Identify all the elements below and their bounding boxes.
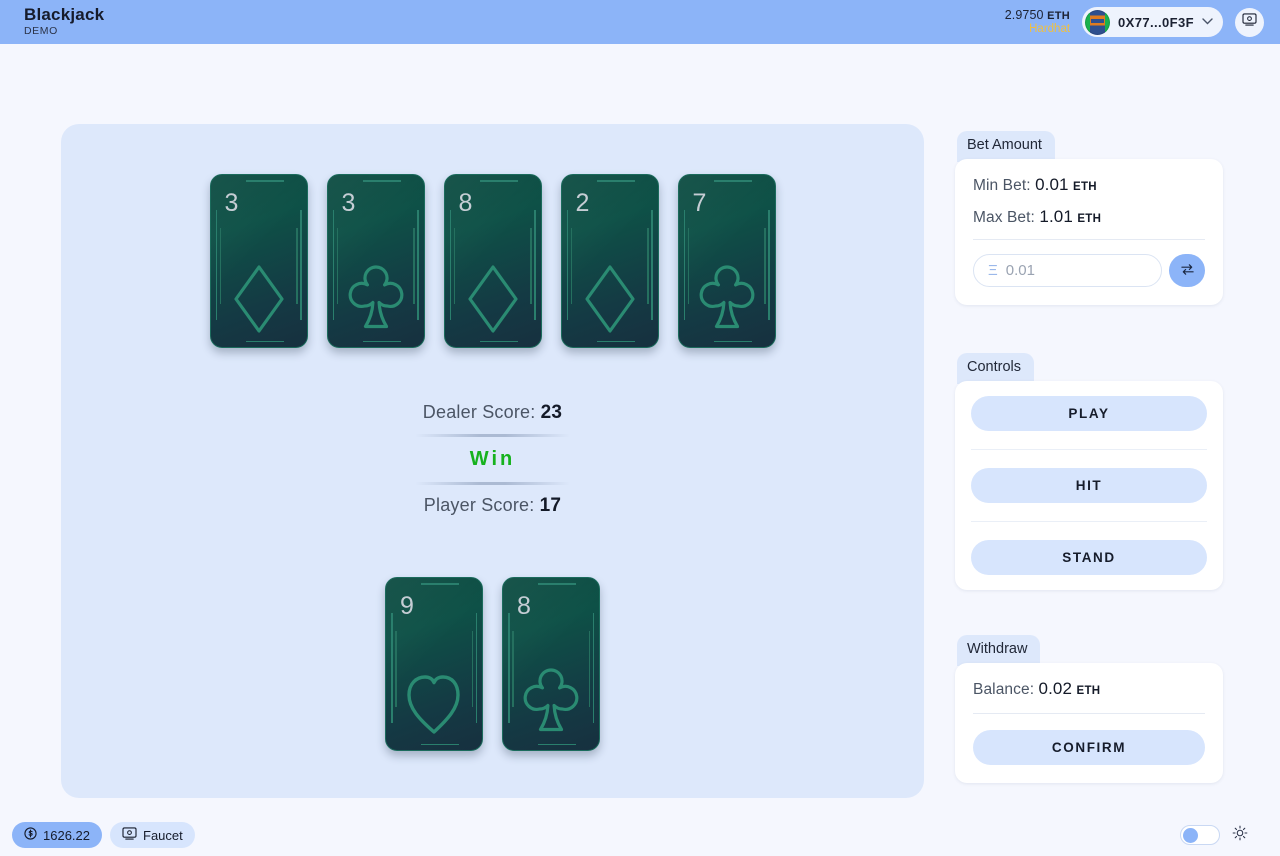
- bet-divider: [973, 239, 1205, 240]
- account-address: 0X77...0F3F: [1118, 14, 1194, 30]
- playing-card: 3: [209, 174, 308, 348]
- withdraw-balance-row: Balance: 0.02 ETH: [973, 679, 1205, 699]
- bet-amount-tab: Bet Amount: [957, 131, 1055, 162]
- game-board: 3 3 8 2 7 Dealer Score: 23 Win Player Score:…: [61, 124, 924, 798]
- min-bet-value: 0.01: [1035, 175, 1069, 194]
- withdraw-balance-label: Balance:: [973, 681, 1035, 698]
- avatar: [1085, 9, 1111, 35]
- wallet-balance-unit: ETH: [1047, 9, 1071, 22]
- withdraw-panel: Withdraw Balance: 0.02 ETH CONFIRM: [955, 635, 1223, 783]
- dealer-score-value: 23: [540, 402, 563, 423]
- play-button[interactable]: PLAY: [971, 396, 1207, 431]
- dealer-score: Dealer Score: 23: [423, 399, 562, 427]
- diamond-suit-icon: [445, 263, 541, 335]
- brand: Blackjack DEMO: [16, 6, 104, 38]
- eth-symbol-icon: Ξ: [988, 262, 998, 279]
- diamond-suit-icon: [562, 263, 658, 335]
- theme-toggle[interactable]: [1180, 825, 1220, 845]
- sun-icon[interactable]: [1232, 825, 1248, 846]
- playing-card: 3: [326, 174, 425, 348]
- withdraw-divider: [973, 713, 1205, 714]
- heart-suit-icon: [386, 666, 482, 736]
- network-name: Hardhat: [1029, 22, 1071, 35]
- player-score-label: Player Score:: [423, 495, 535, 515]
- dollar-circle-icon: [24, 827, 37, 843]
- player-score-value: 17: [539, 495, 562, 516]
- chevron-down-icon: [1202, 17, 1213, 28]
- max-bet-value: 1.01: [1039, 207, 1073, 226]
- withdraw-tab: Withdraw: [957, 635, 1041, 666]
- eth-price-value: 1626.22: [43, 827, 90, 843]
- max-bet-label: Max Bet:: [973, 209, 1035, 226]
- dealer-cards: 3 3 8 2 7: [61, 174, 924, 348]
- bet-amount-input[interactable]: Ξ 0.01: [973, 254, 1162, 287]
- controls-panel: Controls PLAY HIT STAND: [955, 353, 1223, 590]
- player-cards: 98: [61, 577, 924, 751]
- min-bet-row: Min Bet: 0.01 ETH: [973, 175, 1205, 195]
- diamond-suit-icon: [211, 263, 307, 335]
- withdraw-card: Balance: 0.02 ETH CONFIRM: [955, 663, 1223, 783]
- player-score: Player Score: 17: [424, 492, 561, 520]
- controls-tab: Controls: [957, 353, 1034, 384]
- club-suit-icon: [679, 263, 775, 335]
- screen-icon: [122, 827, 137, 843]
- header-right: 2.9750 ETH Hardhat 0X77...0F3F: [1005, 7, 1264, 37]
- confirm-button[interactable]: CONFIRM: [973, 730, 1205, 765]
- divider-top: [415, 434, 570, 437]
- max-bet-unit: ETH: [1077, 213, 1102, 225]
- card-rank: 8: [517, 592, 531, 620]
- footer-right: [1180, 825, 1268, 846]
- account-button[interactable]: 0X77...0F3F: [1082, 7, 1223, 37]
- wallet-balance: 2.9750 ETH Hardhat: [1004, 7, 1071, 36]
- playing-card: 7: [677, 174, 776, 348]
- swap-currency-button[interactable]: [1169, 254, 1205, 287]
- app-header: Blackjack DEMO 2.9750 ETH Hardhat 0X77..…: [0, 0, 1280, 44]
- divider-bottom: [415, 482, 570, 485]
- withdraw-balance-unit: ETH: [1076, 685, 1101, 697]
- card-rank: 3: [341, 189, 356, 217]
- game-result: Win: [469, 448, 516, 470]
- hit-button[interactable]: HIT: [971, 468, 1207, 503]
- wallet-balance-value: 2.9750: [1004, 7, 1044, 22]
- card-rank: 2: [575, 189, 590, 217]
- app-title: Blackjack: [24, 5, 105, 24]
- score-stack: Dealer Score: 23 Win Player Score: 17: [61, 399, 924, 520]
- wallet-balance-amount: 2.9750 ETH: [1004, 7, 1071, 23]
- bet-amount-placeholder: 0.01: [1005, 262, 1035, 279]
- faucet-button[interactable]: Faucet: [110, 822, 195, 848]
- min-bet-label: Min Bet:: [973, 177, 1031, 194]
- controls-divider-2: [971, 521, 1207, 522]
- min-bet-unit: ETH: [1073, 181, 1097, 193]
- playing-card: 2: [560, 174, 659, 348]
- card-rank: 8: [458, 189, 473, 217]
- stand-button[interactable]: STAND: [971, 540, 1207, 575]
- eth-price-pill[interactable]: 1626.22: [12, 822, 102, 848]
- bet-input-row: Ξ 0.01: [973, 254, 1205, 287]
- bet-amount-card: Min Bet: 0.01 ETH Max Bet: 1.01 ETH Ξ 0.…: [955, 159, 1223, 305]
- club-suit-icon: [503, 666, 599, 738]
- screen-icon-button[interactable]: [1235, 7, 1264, 37]
- theme-toggle-knob: [1183, 828, 1198, 843]
- playing-card: 8: [502, 577, 600, 751]
- screen-icon: [1242, 13, 1257, 31]
- app-subtitle: DEMO: [24, 25, 58, 37]
- footer-bar: 1626.22 Faucet: [0, 814, 1280, 856]
- max-bet-row: Max Bet: 1.01 ETH: [973, 207, 1205, 227]
- bet-amount-panel: Bet Amount Min Bet: 0.01 ETH Max Bet: 1.…: [955, 131, 1223, 305]
- card-rank: 7: [692, 189, 707, 217]
- club-suit-icon: [328, 263, 424, 335]
- controls-divider-1: [971, 449, 1207, 450]
- controls-card: PLAY HIT STAND: [955, 381, 1223, 590]
- swap-arrows-icon: [1180, 263, 1195, 279]
- card-rank: 9: [400, 592, 414, 620]
- card-rank: 3: [224, 189, 239, 217]
- faucet-label: Faucet: [143, 827, 183, 843]
- dealer-score-label: Dealer Score:: [422, 402, 536, 422]
- playing-card: 8: [443, 174, 542, 348]
- withdraw-balance-value: 0.02: [1038, 679, 1073, 698]
- playing-card: 9: [385, 577, 483, 751]
